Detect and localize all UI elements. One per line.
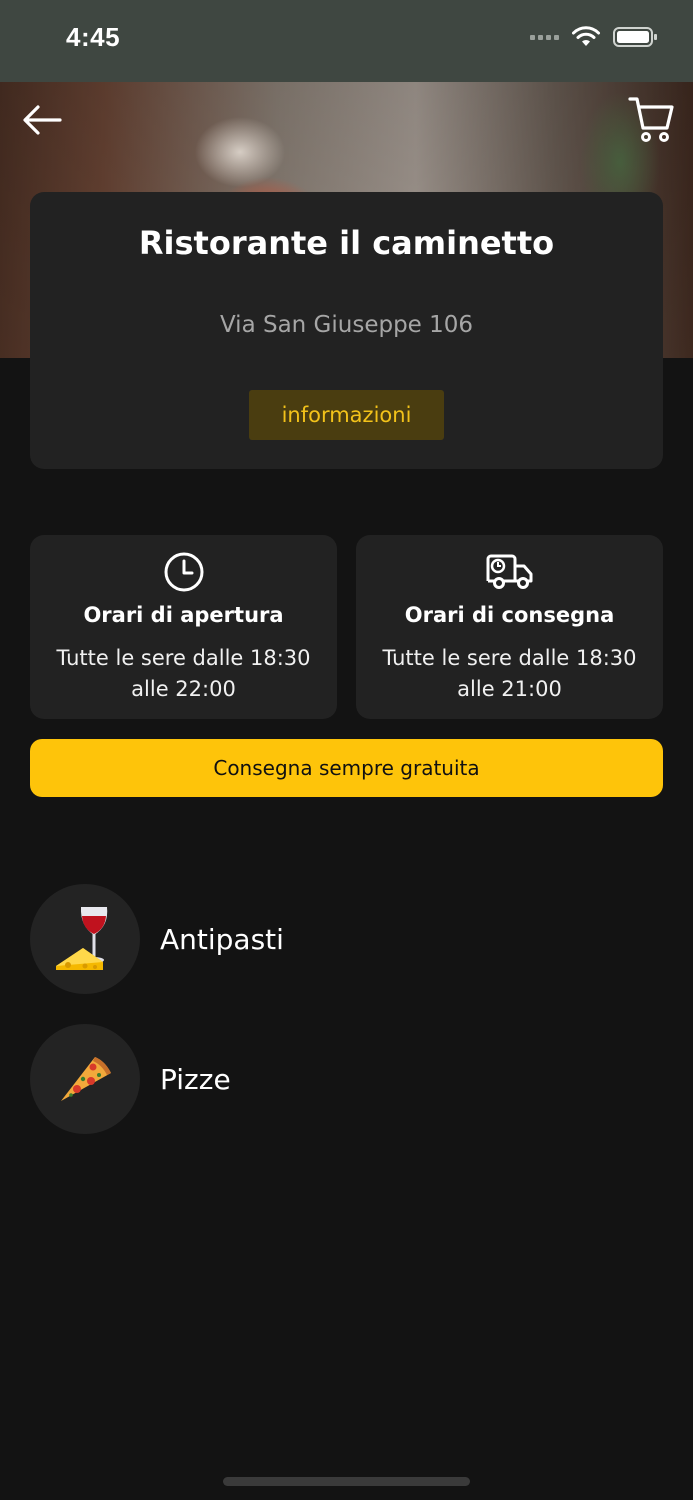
opening-hours-line1: Tutte le sere dalle 18:30	[56, 646, 311, 670]
battery-icon	[613, 27, 657, 47]
delivery-truck-icon	[486, 554, 532, 589]
delivery-hours-title: Orari di consegna	[404, 603, 615, 627]
category-label-antipasti: Antipasti	[160, 922, 284, 956]
opening-hours-card: Orari di apertura Tutte le sere dalle 18…	[30, 535, 337, 719]
category-icon-circle	[30, 1024, 140, 1134]
delivery-hours-line1: Tutte le sere dalle 18:30	[382, 646, 637, 670]
arrow-left-icon	[23, 105, 62, 135]
opening-hours-line2: alle 22:00	[131, 677, 236, 701]
restaurant-address: Via San Giuseppe 106	[219, 312, 474, 338]
delivery-hours-card: Orari di consegna Tutte le sere dalle 18…	[356, 535, 663, 719]
opening-hours-text: Tutte le sere dalle 18:30 alle 22:00	[38, 643, 329, 705]
restaurant-info-card: Ristorante il caminetto Via San Giuseppe…	[30, 192, 663, 469]
status-time: 4:45	[66, 22, 121, 52]
status-icons	[530, 26, 659, 48]
category-item-pizze[interactable]: Pizze	[30, 1024, 630, 1134]
opening-hours-title: Orari di apertura	[83, 603, 284, 627]
category-item-antipasti[interactable]: Antipasti	[30, 884, 630, 994]
pizza-slice-icon	[61, 1057, 111, 1101]
cart-button[interactable]	[627, 94, 675, 144]
category-label-pizze: Pizze	[160, 1062, 231, 1096]
back-button[interactable]	[20, 102, 64, 138]
category-icon-circle	[30, 884, 140, 994]
free-delivery-banner: Consegna sempre gratuita	[30, 739, 663, 797]
signal-icon	[530, 34, 559, 40]
delivery-hours-line2: alle 21:00	[457, 677, 562, 701]
info-button[interactable]: informazioni	[249, 390, 444, 440]
wifi-icon	[572, 26, 600, 46]
shopping-cart-icon	[628, 97, 674, 142]
status-bar: 4:45	[0, 0, 693, 82]
delivery-hours-text: Tutte le sere dalle 18:30 alle 21:00	[364, 643, 655, 705]
clock-icon	[164, 552, 203, 592]
wine-cheese-icon	[56, 907, 108, 970]
home-indicator[interactable]	[223, 1477, 470, 1486]
restaurant-name: Ristorante il caminetto	[138, 224, 555, 262]
